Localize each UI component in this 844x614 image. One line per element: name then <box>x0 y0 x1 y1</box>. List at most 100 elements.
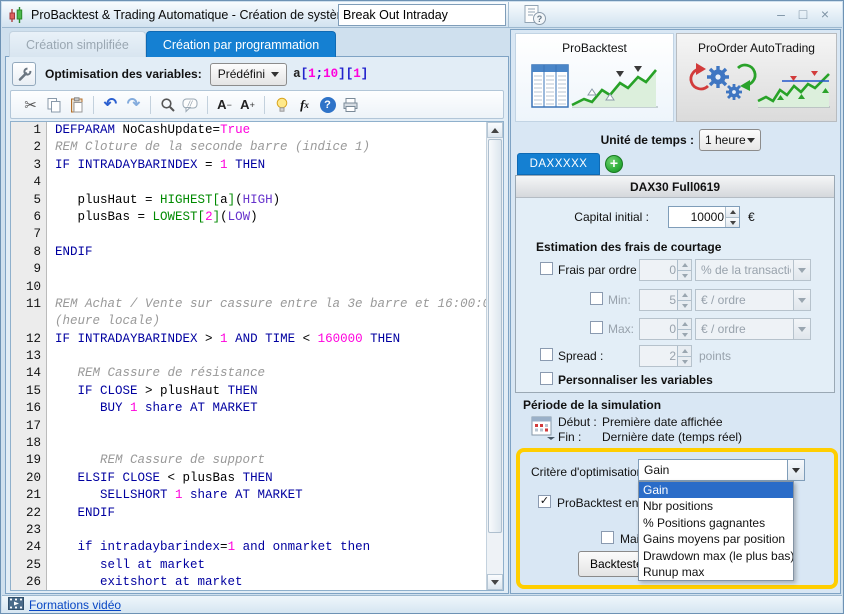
preset-dropdown[interactable]: Prédéfini <box>210 63 287 86</box>
hint-lightbulb-icon[interactable] <box>270 93 293 116</box>
fees-min-spinner[interactable]: 5 <box>639 289 692 311</box>
criterion-label: Critère d'optimisation : <box>531 465 650 479</box>
timeframe-select[interactable]: 1 heure <box>699 129 761 151</box>
criterion-option[interactable]: Gain <box>639 482 793 498</box>
code-line: 8ENDIF <box>11 244 486 261</box>
code-line: 20 ELSIF CLOSE < plusBas THEN <box>11 470 486 487</box>
spread-spinner[interactable]: 2 <box>639 345 692 367</box>
close-button[interactable]: × <box>818 5 832 23</box>
line-number: 18 <box>11 435 47 452</box>
spinner-down-button[interactable] <box>678 329 691 339</box>
criterion-option[interactable]: % Positions gagnantes <box>639 515 793 531</box>
fees-per-order-label: Frais par ordre : <box>558 263 643 277</box>
code-line: (heure locale) <box>11 313 486 330</box>
backtest-settings-panel: ProBacktest <box>510 29 841 594</box>
svg-text:?: ? <box>537 14 543 24</box>
criterion-option[interactable]: Runup max <box>639 564 793 580</box>
criterion-option[interactable]: Gains moyens par position <box>639 531 793 547</box>
programming-panel: Optimisation des variables: Prédéfini a[… <box>5 56 509 594</box>
chevron-down-icon <box>747 138 755 143</box>
spinner-up-button[interactable] <box>678 290 691 300</box>
variable-range: a[1;10][1] <box>293 67 368 81</box>
fees-max-unit-select[interactable]: € / ordre <box>695 318 811 340</box>
capital-currency: € <box>748 210 755 224</box>
spinner-down-button[interactable] <box>678 356 691 366</box>
search-icon[interactable] <box>156 93 179 116</box>
period-end-row: Fin :Dernière date (temps réel) <box>558 430 742 444</box>
triangle-down-icon <box>491 580 499 585</box>
capital-value: 10000 <box>669 210 724 224</box>
insert-function-icon[interactable]: fx <box>293 93 316 116</box>
tab-creation-par-programmation[interactable]: Création par programmation <box>146 31 336 57</box>
fees-min-checkbox[interactable] <box>590 292 603 305</box>
proorder-autotrading-button[interactable]: ProOrder AutoTrading <box>676 33 837 122</box>
spinner-up-button[interactable] <box>678 346 691 356</box>
spinner-down-button[interactable] <box>678 300 691 310</box>
maximize-button[interactable]: □ <box>796 5 810 23</box>
variables-tool-button[interactable] <box>12 62 36 86</box>
fees-per-order-checkbox[interactable] <box>540 262 553 275</box>
spinner-down-button[interactable] <box>726 217 739 227</box>
fees-max-spinner[interactable]: 0 <box>639 318 692 340</box>
comment-icon[interactable]: // <box>179 93 202 116</box>
spinner-down-button[interactable] <box>678 270 691 280</box>
calendar-icon[interactable] <box>531 414 555 443</box>
print-icon[interactable] <box>339 93 362 116</box>
period-start-row: Début :Première date affichée <box>558 415 723 429</box>
document-help-button[interactable]: ? <box>518 3 552 27</box>
code-area[interactable]: 1DEFPARAM NoCashUpdate=True2REM Cloture … <box>11 122 486 590</box>
probacktest-mode-checkbox[interactable]: ✓ <box>538 495 551 508</box>
period-start-label: Début : <box>558 415 602 429</box>
period-start-value: Première date affichée <box>602 415 723 429</box>
cut-icon[interactable]: ✂ <box>19 93 42 116</box>
probacktest-mode-button[interactable]: ProBacktest <box>515 33 674 122</box>
personalize-variables-checkbox[interactable] <box>540 372 553 385</box>
spinner-up-button[interactable] <box>678 319 691 329</box>
line-number: 21 <box>11 487 47 504</box>
scrollbar-thumb[interactable] <box>488 139 502 533</box>
line-number: 4 <box>11 174 47 191</box>
redo-icon[interactable]: ↷ <box>122 93 145 116</box>
add-instrument-button[interactable]: + <box>605 155 623 173</box>
video-training-link[interactable]: Formations vidéo <box>29 598 121 612</box>
code-line: 10 <box>11 279 486 296</box>
toolbar-separator <box>264 96 265 114</box>
font-increase-icon[interactable]: A+ <box>236 93 259 116</box>
svg-text://: // <box>187 99 193 108</box>
code-line: 24 if intradaybarindex=1 and onmarket th… <box>11 539 486 556</box>
scroll-down-button[interactable] <box>487 574 503 590</box>
instrument-tab-dax[interactable]: DAXXXXX <box>517 153 600 175</box>
capital-spinner[interactable]: 10000 <box>668 206 740 228</box>
fees-max-checkbox[interactable] <box>590 321 603 334</box>
fees-per-order-spinner[interactable]: 0 <box>639 259 692 281</box>
paste-icon[interactable] <box>65 93 88 116</box>
timeframe-label: Unité de temps : <box>511 133 694 147</box>
chevron-down-icon <box>271 72 279 77</box>
spread-checkbox[interactable] <box>540 348 553 361</box>
code-editor[interactable]: 1DEFPARAM NoCashUpdate=True2REM Cloture … <box>10 121 504 591</box>
secondary-checkbox[interactable] <box>601 531 614 544</box>
font-decrease-icon[interactable]: A− <box>213 93 236 116</box>
undo-icon[interactable]: ↶ <box>99 93 122 116</box>
tab-creation-simplifiee[interactable]: Création simplifiée <box>9 31 146 57</box>
spinner-up-button[interactable] <box>726 207 739 217</box>
copy-icon[interactable] <box>42 93 65 116</box>
toolbar-separator <box>93 96 94 114</box>
criterion-option[interactable]: Nbr positions <box>639 498 793 514</box>
timeframe-value: 1 heure <box>705 133 746 147</box>
line-number: 26 <box>11 574 47 590</box>
minimize-button[interactable]: – <box>774 5 788 23</box>
criterion-combobox[interactable]: Gain <box>638 459 805 481</box>
probacktest-chart-icon <box>516 59 673 111</box>
code-line: 1DEFPARAM NoCashUpdate=True <box>11 122 486 139</box>
help-icon[interactable]: ? <box>316 93 339 116</box>
line-number: 25 <box>11 557 47 574</box>
fees-min-unit-select[interactable]: € / ordre <box>695 289 811 311</box>
criterion-option[interactable]: Drawdown max (le plus bas) <box>639 548 793 564</box>
fees-per-order-unit-select[interactable]: % de la transaction <box>695 259 811 281</box>
scroll-up-button[interactable] <box>487 122 503 138</box>
spinner-up-button[interactable] <box>678 260 691 270</box>
editor-scrollbar[interactable] <box>486 122 503 590</box>
system-name-input[interactable] <box>338 4 506 26</box>
code-line: 13 <box>11 348 486 365</box>
